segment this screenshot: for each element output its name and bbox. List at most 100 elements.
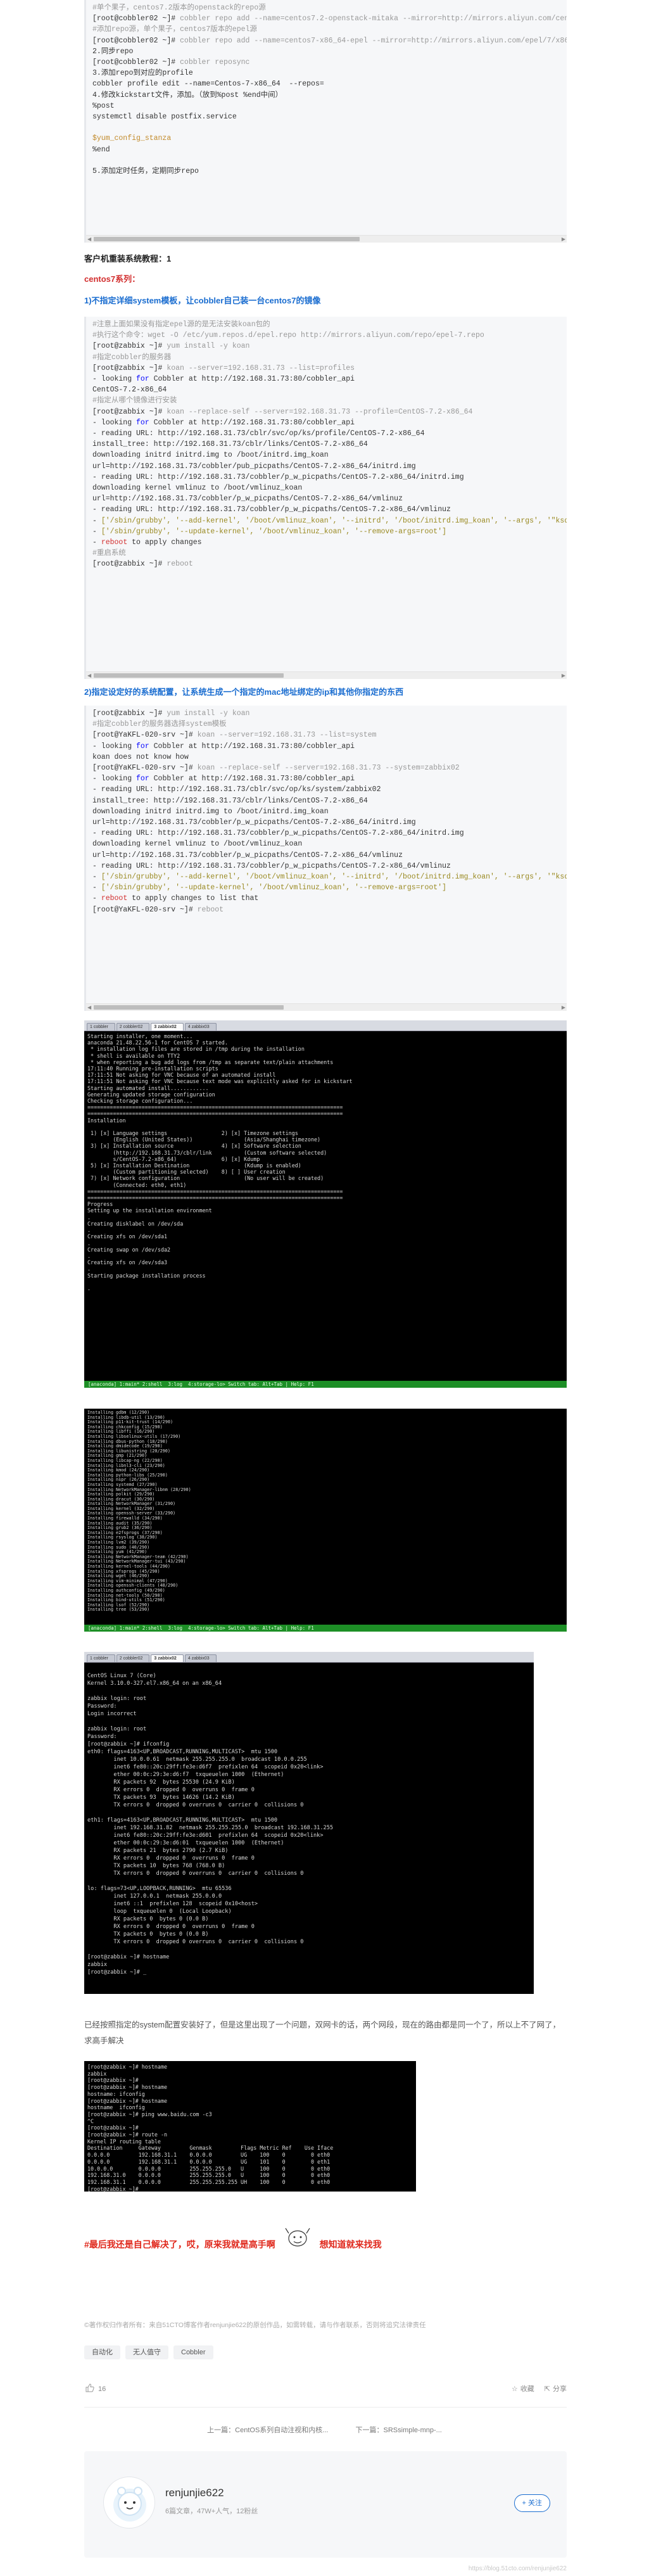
terminal-tab[interactable]: 4 zabbix03	[184, 1654, 217, 1662]
terminal-line: zabbix login: root	[87, 1726, 147, 1732]
code-token: - looking	[92, 742, 137, 751]
scroll-left-icon[interactable]: ◀	[87, 1005, 91, 1010]
terminal-line: inet6 ::1 prefixlen 128 scopeid 0x10<hos…	[87, 1901, 258, 1907]
terminal-line: Installing lsof (52/290)	[87, 1602, 150, 1608]
code-lines: #注意上面如果没有指定epel源的是无法安装koan包的 #执行这个命令：wget…	[92, 319, 567, 570]
scroll-right-icon[interactable]: ▶	[562, 1005, 565, 1010]
like-button[interactable]: 16	[85, 2383, 106, 2394]
code-token: koan --server=192.168.31.73 --list=syste…	[197, 731, 377, 740]
code-token: yum install -y koan	[167, 342, 250, 351]
scroll-right-icon[interactable]: ▶	[562, 237, 565, 242]
code-line: downloading initrd initrd.img to /boot/i…	[92, 806, 559, 817]
terminal-line: hostname: ifconfig	[87, 2090, 145, 2097]
terminal-line: zabbix login: root	[87, 1696, 147, 1702]
code-line: - reboot to apply changes to list that	[92, 893, 559, 904]
terminal-line: inet 127.0.0.1 netmask 255.0.0.0	[87, 1893, 222, 1900]
avatar[interactable]	[103, 2477, 155, 2528]
code-token: #执行这个命令：wget -O /etc/yum.repos.d/epel.re…	[92, 331, 484, 340]
terminal-tab[interactable]: 1 cobbler	[87, 1023, 115, 1031]
terminal-line: anaconda 21.48.22.56-1 for CentOS 7 star…	[87, 1039, 228, 1046]
code-token: #添加repo源，单个果子，centos7版本的epel源	[92, 25, 257, 34]
code-token: cobbler repo add --name=centos7.2-openst…	[180, 15, 567, 23]
code-token: for	[136, 775, 149, 784]
code-line: 5.添加定时任务，定期同步repo	[92, 166, 559, 177]
section1-title: 1)不指定详细system模板，让cobbler自己装一台centos7的镜像	[84, 296, 321, 305]
scroll-left-icon[interactable]: ◀	[87, 673, 91, 678]
follow-button[interactable]: + 关注	[514, 2494, 550, 2512]
next-article-link[interactable]: 下一篇：SRSsimple-mnp-...	[356, 2427, 442, 2434]
terminal-tab[interactable]: 4 zabbix03	[184, 1023, 217, 1031]
code-token: downloading initrd initrd.img to /boot/i…	[92, 451, 329, 460]
scroll-thumb[interactable]	[94, 1005, 284, 1010]
terminal-line: RX errors 0 dropped 0 overruns 0 frame 0	[87, 1855, 255, 1862]
package-install-screenshot: Installing gdbm (12/290) Installing libdb…	[84, 1409, 567, 1632]
terminal-line: 1) [x] Language settings 2) [x] Timezone…	[87, 1130, 298, 1137]
code-token: -	[92, 527, 101, 536]
terminal-line: ether 00:0c:29:3e:d6:01 txqueuelen 1000 …	[87, 1840, 284, 1846]
horizontal-scrollbar[interactable]: ◀ ▶	[86, 235, 567, 243]
proud-emoji-icon	[283, 2228, 312, 2255]
terminal-line: Installing libunistring (20/290)	[87, 1448, 170, 1454]
code-token: #指定cobbler的服务器选择system模板	[92, 720, 227, 729]
terminal-tab-bar: 1 cobbler 2 cobbler02 3 zabbix02 4 zabbix03	[84, 1652, 534, 1663]
terminal-output: Installing gdbm (12/290) Installing libdb…	[84, 1409, 567, 1613]
code-token: - reading URL: http://192.168.31.73/cblr…	[92, 785, 381, 794]
prev-article-link[interactable]: 上一篇：CentOS系列自动注视和内核...	[207, 2427, 328, 2434]
scroll-right-icon[interactable]: ▶	[562, 673, 565, 678]
terminal-tab[interactable]: 2 cobbler02	[116, 1023, 150, 1031]
tag[interactable]: Cobbler	[173, 2345, 213, 2359]
code-token: [root@cobbler02 ~]#	[92, 36, 180, 45]
code-token: #指定cobbler的服务器	[92, 353, 172, 362]
collect-button[interactable]: ☆ 收藏	[512, 2383, 534, 2394]
code-token: [root@YaKFL-020-srv ~]#	[92, 731, 198, 740]
terminal-tab[interactable]: 2 cobbler02	[116, 1654, 150, 1662]
terminal-line: Installing NetworkManager (31/290)	[87, 1501, 176, 1507]
scroll-thumb[interactable]	[94, 237, 360, 241]
tag[interactable]: 无人值守	[125, 2345, 168, 2359]
code-token: url=http://192.168.31.73/cobbler/pub_pic…	[92, 462, 416, 471]
terminal-line: TX errors 0 dropped 0 overruns 0 carrier…	[87, 1939, 304, 1945]
final-note-left: #最后我还是自己解决了，哎，原来我就是高手啊	[84, 2239, 275, 2250]
collect-label: 收藏	[520, 2385, 534, 2393]
code-line: [root@YaKFL-020-srv ~]# reboot	[92, 904, 559, 915]
code-line: 3.添加repo到对应的profile	[92, 68, 559, 79]
code-line: url=http://192.168.31.73/cobbler/p_w_pic…	[92, 493, 559, 504]
terminal-line: inet6 fe80::20c:29ff:fe3e:d6f7 prefixlen…	[87, 1764, 324, 1770]
scroll-thumb[interactable]	[94, 673, 284, 678]
code-token: install_tree: http://192.168.31.73/cblr/…	[92, 796, 368, 805]
terminal-tab-bar: 1 cobbler 2 cobbler02 3 zabbix02 4 zabbix03	[84, 1020, 567, 1031]
terminal-tab[interactable]: 3 zabbix02	[151, 1023, 184, 1031]
code-token: cobbler profile edit --name=Centos-7-x86…	[92, 80, 324, 89]
code-line: - reading URL: http://192.168.31.73/cobb…	[92, 861, 559, 872]
horizontal-scrollbar[interactable]: ◀ ▶	[86, 1003, 567, 1011]
tag[interactable]: 自动化	[84, 2345, 120, 2359]
terminal-line: * when reporting a bug add logs from /tm…	[87, 1058, 334, 1065]
code-token: koan --replace-self --server=192.168.31.…	[197, 764, 460, 773]
terminal-line: TX packets 0 bytes 0 (0.0 B)	[87, 1931, 209, 1938]
share-button[interactable]: ⇱ 分享	[545, 2383, 567, 2394]
terminal-line: [root@zabbix ~]#	[87, 2124, 139, 2131]
code-line: #执行这个命令：wget -O /etc/yum.repos.d/epel.re…	[92, 330, 559, 341]
code-token: [root@YaKFL-020-srv ~]#	[92, 905, 198, 914]
code-token: [root@cobbler02 ~]#	[92, 58, 180, 67]
watermark: https://blog.51cto.com/renjunjie622	[468, 2565, 567, 2572]
terminal-line: RX errors 0 dropped 0 overruns 0 frame 0	[87, 1924, 255, 1930]
author-name[interactable]: renjunjie622	[165, 2487, 224, 2499]
terminal-tab[interactable]: 1 cobbler	[87, 1654, 115, 1662]
terminal-line: [root@zabbix ~]# hostname	[87, 2084, 168, 2091]
terminal-line: Creating xfs on /dev/sda1	[87, 1233, 168, 1240]
terminal-line: Installing firewalld (34/290)	[87, 1516, 163, 1521]
terminal-tab[interactable]: 3 zabbix02	[151, 1654, 184, 1662]
code-token: install_tree: http://192.168.31.73/cblr/…	[92, 440, 368, 449]
code-line: - reading URL: http://192.168.31.73/cobb…	[92, 828, 559, 839]
code-token: - looking	[92, 775, 137, 784]
terminal-line: Installing chkconfig (15/290)	[87, 1424, 163, 1430]
horizontal-scrollbar[interactable]: ◀ ▶	[86, 671, 567, 679]
terminal-line: Password:	[87, 1703, 117, 1710]
tag-list: 自动化 无人值守 Cobbler	[84, 2345, 213, 2359]
code-token: url=http://192.168.31.73/cobbler/p_w_pic…	[92, 495, 403, 504]
code-token: [root@zabbix ~]#	[92, 407, 167, 416]
scroll-left-icon[interactable]: ◀	[87, 237, 91, 242]
